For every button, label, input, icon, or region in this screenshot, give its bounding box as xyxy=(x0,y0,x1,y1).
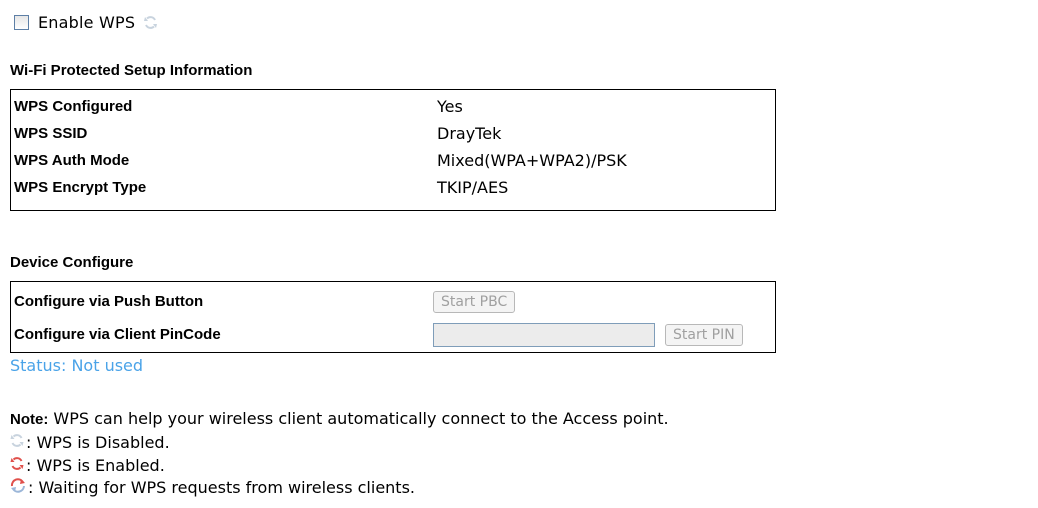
device-configure-title: Device Configure xyxy=(10,254,134,271)
enable-wps-label[interactable]: Enable WPS xyxy=(38,13,135,32)
wps-ssid-label: WPS SSID xyxy=(14,125,88,142)
wps-status-text: Status: Not used xyxy=(10,356,144,375)
wps-disabled-icon xyxy=(10,433,26,452)
table-row: Configure via Push Button Start PBC xyxy=(11,285,775,318)
legend-disabled-text: : WPS is Disabled. xyxy=(26,433,170,452)
wps-disabled-icon xyxy=(144,15,158,30)
wps-encrypt-type-value: TKIP/AES xyxy=(437,178,509,197)
note-text: WPS can help your wireless client automa… xyxy=(48,409,669,428)
wps-ssid-value: DrayTek xyxy=(437,124,502,143)
wps-encrypt-type-label: WPS Encrypt Type xyxy=(14,179,147,196)
legend-item-disabled: : WPS is Disabled. xyxy=(10,433,170,452)
wps-auth-mode-value: Mixed(WPA+WPA2)/PSK xyxy=(437,151,627,170)
wps-enabled-icon xyxy=(10,456,26,475)
wps-configured-label: WPS Configured xyxy=(14,98,133,115)
table-row: Configure via Client PinCode Start PIN xyxy=(11,318,775,351)
start-pbc-button[interactable]: Start PBC xyxy=(433,290,516,313)
legend-enabled-text: : WPS is Enabled. xyxy=(26,456,165,475)
note-line: Note: WPS can help your wireless client … xyxy=(10,409,669,428)
wps-configured-value: Yes xyxy=(437,97,463,116)
table-row: WPS Encrypt Type TKIP/AES xyxy=(11,174,775,201)
wps-info-title: Wi-Fi Protected Setup Information xyxy=(10,62,253,79)
legend-waiting-text: : Waiting for WPS requests from wireless… xyxy=(28,478,415,497)
enable-wps-checkbox[interactable] xyxy=(14,14,29,30)
start-pin-button[interactable]: Start PIN xyxy=(665,323,743,346)
legend-item-waiting: : Waiting for WPS requests from wireless… xyxy=(10,478,415,497)
table-row: WPS SSID DrayTek xyxy=(11,120,775,147)
push-button-label: Configure via Push Button xyxy=(14,293,204,310)
client-pincode-label: Configure via Client PinCode xyxy=(14,326,221,343)
note-label: Note: xyxy=(10,411,49,428)
table-row: WPS Configured Yes xyxy=(11,93,775,120)
device-configure-table: Configure via Push Button Start PBC Conf… xyxy=(10,281,776,353)
wps-info-table: WPS Configured Yes WPS SSID DrayTek WPS … xyxy=(10,89,776,211)
legend-item-enabled: : WPS is Enabled. xyxy=(10,456,165,475)
table-row: WPS Auth Mode Mixed(WPA+WPA2)/PSK xyxy=(11,147,775,174)
enable-wps-row: Enable WPS xyxy=(14,9,158,35)
client-pincode-input[interactable] xyxy=(433,322,655,347)
wps-auth-mode-label: WPS Auth Mode xyxy=(14,152,130,169)
wps-waiting-icon xyxy=(10,478,28,497)
